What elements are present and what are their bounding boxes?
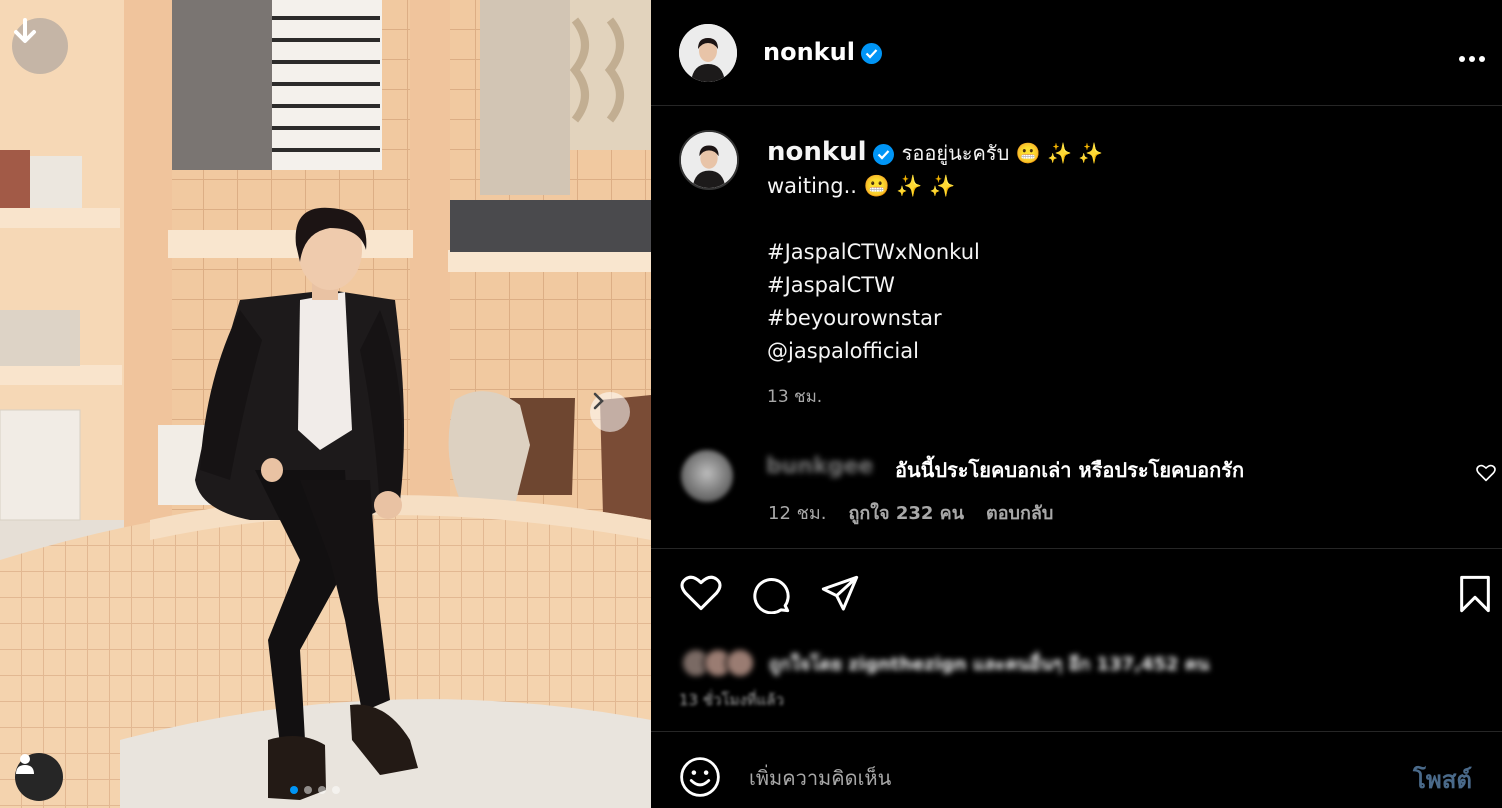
next-image-button[interactable] — [590, 392, 630, 432]
heart-icon — [680, 575, 722, 611]
caption-timestamp[interactable]: 13 ชม. — [767, 383, 822, 410]
save-button[interactable] — [1457, 574, 1493, 618]
avatar-image — [679, 24, 737, 82]
avatar[interactable] — [679, 24, 737, 82]
chevron-right-icon — [593, 392, 604, 410]
post-details-panel: nonkul nonkul รออยู่นะครับ 😬 ✨ ✨ waiting.… — [651, 0, 1502, 808]
verified-badge-icon — [860, 42, 882, 64]
post-photo[interactable] — [0, 0, 651, 808]
download-arrow-icon — [14, 18, 36, 43]
divider — [651, 731, 1502, 732]
comment-like-count[interactable]: ถูกใจ 232 คน — [848, 498, 964, 527]
liker-avatars — [681, 648, 755, 678]
share-button[interactable] — [819, 574, 861, 618]
heart-icon — [1476, 464, 1496, 482]
tagged-users-button[interactable] — [15, 753, 63, 801]
caption-line — [767, 203, 1467, 236]
photo-illustration — [0, 0, 651, 808]
avatar[interactable] — [681, 450, 733, 502]
user-tag-icon — [16, 754, 34, 774]
carousel-dot[interactable] — [332, 786, 340, 794]
carousel-dot[interactable] — [290, 786, 298, 794]
comment-like-button[interactable] — [1476, 464, 1496, 486]
username-text[interactable]: nonkul — [763, 38, 855, 66]
likes-text[interactable]: ถูกใจโดย zignthezign และคนอื่นๆ อีก 137,… — [769, 649, 1209, 678]
hashtag-link[interactable]: #JaspalCTWxNonkul — [767, 236, 1467, 269]
post-caption: nonkul รออยู่นะครับ 😬 ✨ ✨ waiting.. 😬 ✨ ✨… — [767, 136, 1467, 368]
more-horizontal-icon — [1459, 56, 1485, 62]
divider — [651, 548, 1502, 549]
emoji-smile-icon — [680, 757, 720, 797]
caption-first-line: รออยู่นะครับ 😬 ✨ ✨ — [901, 141, 1104, 165]
comment-bubble-icon — [753, 577, 790, 615]
caption-avatar[interactable] — [679, 130, 739, 190]
post-header: nonkul — [651, 0, 1502, 106]
more-options-button[interactable] — [1458, 40, 1486, 70]
post-timestamp[interactable]: 13 ชั่วโมงที่แล้ว — [679, 688, 784, 712]
caption-username[interactable]: nonkul — [767, 137, 867, 167]
comment-username[interactable]: bunkgee — [766, 454, 873, 479]
comment-reply-button[interactable]: ตอบกลับ — [986, 498, 1053, 527]
post-comment-button[interactable]: โพสต์ — [1413, 760, 1472, 799]
bookmark-icon — [1460, 575, 1490, 613]
comment-button[interactable] — [750, 574, 792, 618]
comment-input[interactable] — [749, 758, 1389, 798]
hashtag-link[interactable]: #JaspalCTW — [767, 269, 1467, 302]
verified-badge-icon — [872, 143, 894, 165]
like-button[interactable] — [680, 574, 722, 616]
likes-summary[interactable]: ถูกใจโดย zignthezign และคนอื่นๆ อีก 137,… — [681, 648, 1209, 678]
carousel-dot[interactable] — [304, 786, 312, 794]
comment-text: อันนี้ประโยคบอกเล่า หรือประโยคบอกรัก — [895, 458, 1245, 482]
carousel-indicator — [290, 786, 340, 794]
hashtag-link[interactable]: #beyourownstar — [767, 302, 1467, 335]
avatar-image — [681, 132, 737, 188]
comment-timestamp[interactable]: 12 ชม. — [768, 498, 826, 527]
carousel-dot[interactable] — [318, 786, 326, 794]
caption-line: waiting.. 😬 ✨ ✨ — [767, 174, 956, 198]
paper-plane-icon — [821, 575, 859, 611]
mention-link[interactable]: @jaspalofficial — [767, 335, 1467, 368]
emoji-button[interactable] — [679, 756, 721, 802]
header-username[interactable]: nonkul — [763, 38, 882, 66]
comment-meta: 12 ชม. ถูกใจ 232 คน ตอบกลับ — [768, 498, 1053, 527]
download-button[interactable] — [12, 18, 68, 74]
